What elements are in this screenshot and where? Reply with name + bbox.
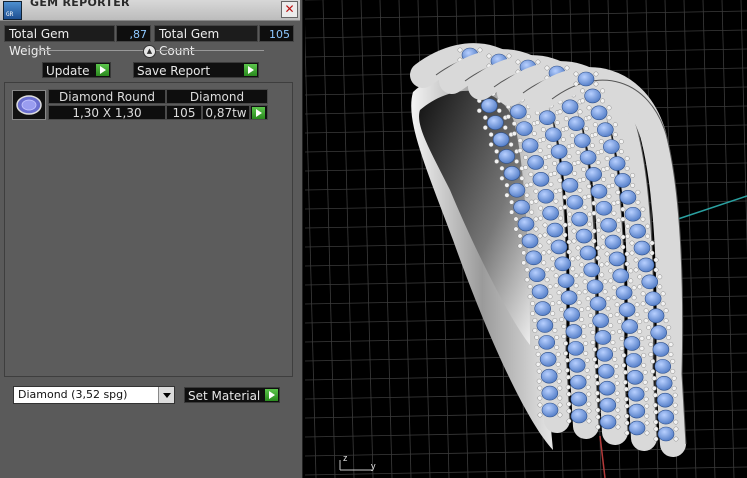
ring-inner-shadow bbox=[419, 90, 530, 345]
gem-size-cell: 1,30 X 1,30 bbox=[48, 105, 166, 120]
axis-y-line bbox=[674, 195, 747, 221]
material-select-value: Diamond (3,52 spg) bbox=[18, 388, 128, 401]
set-material-button-label: Set Material bbox=[188, 389, 261, 403]
select-gem-button[interactable] bbox=[250, 105, 268, 120]
play-arrow-icon bbox=[244, 64, 257, 76]
scene-svg: z y bbox=[305, 0, 747, 478]
save-report-button[interactable]: Save Report bbox=[133, 62, 259, 78]
gem-weight-cell: 0,87tw bbox=[202, 105, 250, 120]
gem-reporter-icon: GR bbox=[3, 1, 22, 20]
material-select[interactable]: Diamond (3,52 spg) bbox=[13, 386, 175, 404]
axis-y-label: y bbox=[371, 461, 376, 471]
panel-title: GEM REPORTER bbox=[30, 0, 130, 9]
gem-shape-cell: Diamond Round bbox=[48, 89, 166, 104]
collapse-toggle[interactable]: ▲ bbox=[143, 45, 156, 58]
gem-oval-icon bbox=[12, 90, 46, 120]
play-arrow-icon bbox=[265, 389, 278, 401]
gem-material-cell: Diamond bbox=[166, 89, 268, 104]
total-gem-weight-label: Total Gem Weight bbox=[4, 25, 115, 58]
set-material-button[interactable]: Set Material bbox=[184, 387, 280, 403]
save-report-button-label: Save Report bbox=[137, 64, 211, 78]
ring-model bbox=[410, 43, 687, 457]
update-button[interactable]: Update bbox=[42, 62, 111, 78]
play-arrow-icon bbox=[252, 107, 265, 119]
close-button[interactable]: ✕ bbox=[281, 1, 298, 18]
chevron-down-icon[interactable] bbox=[158, 387, 174, 403]
3d-viewport[interactable]: z y bbox=[305, 0, 747, 478]
axis-triad: z y bbox=[339, 453, 376, 471]
play-arrow-icon bbox=[96, 64, 109, 76]
panel-titlebar: GR GEM REPORTER ✕ bbox=[0, 0, 300, 21]
gem-count-cell: 105 bbox=[166, 105, 202, 120]
total-gem-count-label: Total Gem Count bbox=[154, 25, 258, 58]
axis-z-label: z bbox=[343, 453, 348, 463]
total-gem-count-value: 105 bbox=[259, 25, 294, 42]
total-gem-weight-value: ,87 bbox=[116, 25, 151, 42]
gem-reporter-panel: GR GEM REPORTER ✕ Total Gem Weight ,87 T… bbox=[0, 0, 303, 478]
update-button-label: Update bbox=[46, 64, 90, 78]
gem-list: Diamond Round Diamond 1,30 X 1,30 105 0,… bbox=[4, 82, 293, 377]
